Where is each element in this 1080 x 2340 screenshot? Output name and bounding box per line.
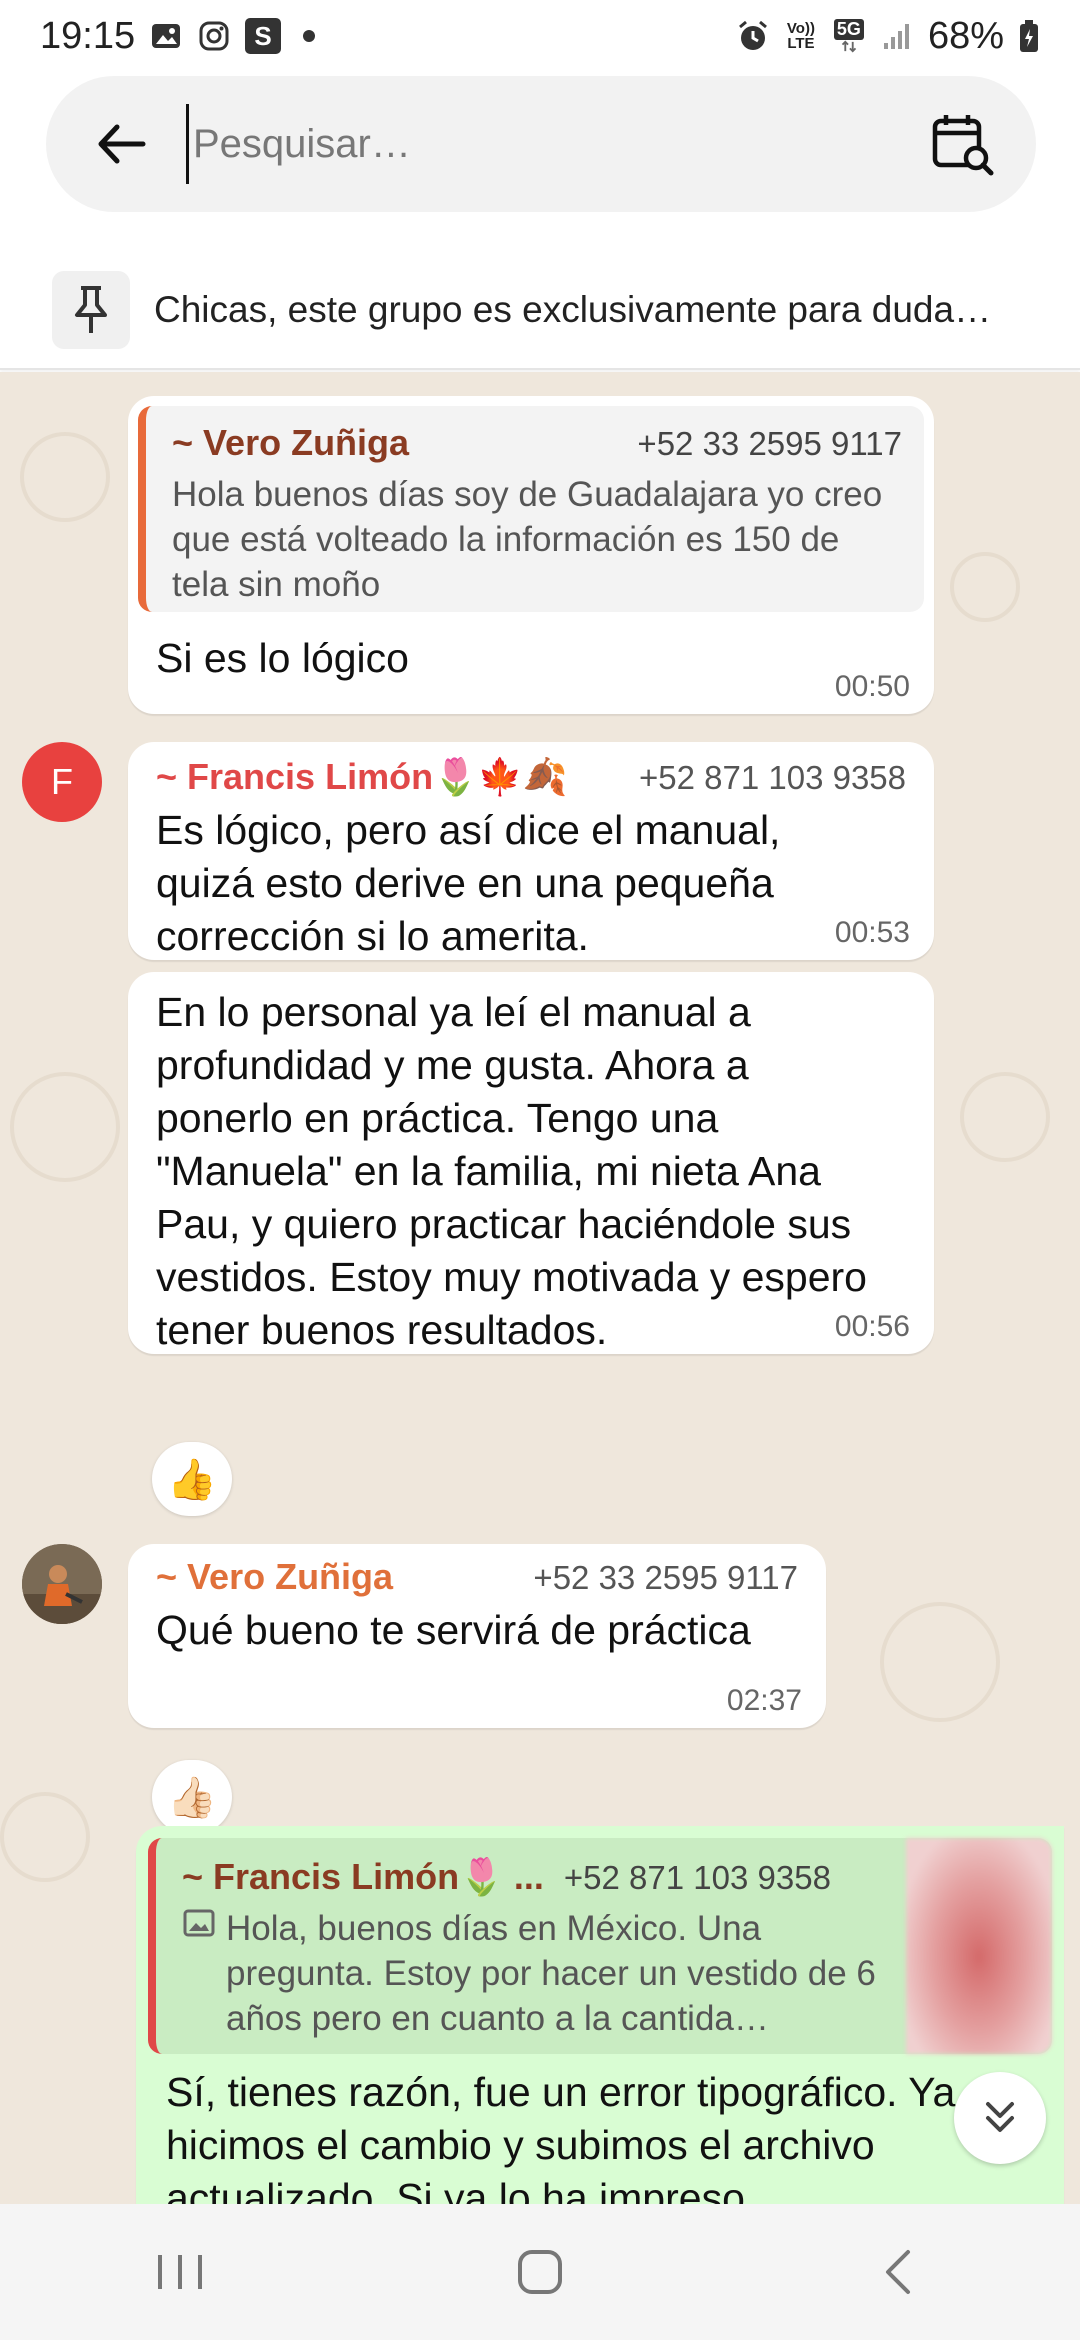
wallpaper-doodle <box>20 432 110 522</box>
5g-icon: 5G <box>832 19 866 53</box>
message-text: Si es lo lógico <box>156 635 409 681</box>
network-type: 5G <box>833 19 864 40</box>
message-bubble[interactable]: ~ Vero Zuñiga +52 33 2595 9117 Qué bueno… <box>128 1544 826 1728</box>
recent-apps-icon <box>158 2255 202 2289</box>
message-bubble[interactable]: ~ Francis Limón🌷🍁🍂 +52 871 103 9358 Es l… <box>128 742 934 960</box>
outgoing-message-bubble[interactable]: ~ Francis Limón🌷 ... +52 871 103 9358 Ho… <box>136 1826 1064 2204</box>
message-bubble[interactable]: ~ Vero Zuñiga +52 33 2595 9117 Hola buen… <box>128 396 934 714</box>
message-time: 00:56 <box>834 1310 910 1343</box>
calendar-search-button[interactable] <box>924 106 1000 182</box>
search-header: Chicas, este grupo es exclusivamente par… <box>0 72 1080 372</box>
message-text: Qué bueno te servirá de práctica <box>156 1607 751 1653</box>
quote-phone: +52 871 103 9358 <box>563 1859 831 1896</box>
message-text: Es lógico, pero así dice el manual, quiz… <box>156 807 781 959</box>
battery-percent: 68% <box>927 14 1004 57</box>
dot-icon <box>303 30 316 42</box>
scroll-to-bottom-button[interactable] <box>954 2072 1046 2164</box>
search-input[interactable] <box>186 104 924 184</box>
message-text: En lo personal ya leí el manual a profun… <box>156 989 867 1353</box>
wallpaper-doodle <box>950 552 1020 622</box>
message-phone: +52 871 103 9358 <box>638 759 906 796</box>
instagram-icon <box>197 19 231 53</box>
message-time: 02:37 <box>726 1684 802 1717</box>
arrow-left-icon <box>98 124 146 164</box>
wallpaper-doodle <box>10 1072 120 1182</box>
status-bar: 19:15 S Vo)) LTE 5G 68% <box>0 0 1080 72</box>
quote-sender: ~ Francis Limón🌷 ... <box>182 1856 544 1897</box>
volte-icon: Vo)) LTE <box>784 19 818 53</box>
volte-bottom: LTE <box>787 35 815 52</box>
double-chevron-down-icon <box>986 2102 1014 2132</box>
message-sender[interactable]: ~ Francis Limón🌷🍁🍂 <box>156 756 568 798</box>
pinned-message-bar[interactable]: Chicas, este grupo es exclusivamente par… <box>0 252 1080 370</box>
quoted-message[interactable]: ~ Francis Limón🌷 ... +52 871 103 9358 Ho… <box>148 1838 1052 2054</box>
pinned-message-text: Chicas, este grupo es exclusivamente par… <box>154 289 992 330</box>
chat-area[interactable]: ~ Vero Zuñiga +52 33 2595 9117 Hola buen… <box>0 372 1080 2204</box>
gallery-icon <box>149 19 183 53</box>
message-time: 00:50 <box>834 670 910 703</box>
quote-phone: +52 33 2595 9117 <box>637 425 902 462</box>
volte-top: Vo)) <box>786 20 815 37</box>
home-button[interactable] <box>485 2227 595 2317</box>
avatar[interactable] <box>22 1544 102 1624</box>
image-icon <box>182 1906 216 2041</box>
wallpaper-doodle <box>880 1602 1000 1722</box>
system-navigation-bar <box>0 2204 1080 2340</box>
battery-icon <box>1018 19 1040 53</box>
message-time: 00:53 <box>834 916 910 949</box>
calendar-search-icon <box>932 115 994 176</box>
reaction-thumbs-up[interactable]: 👍🏻 <box>152 1760 232 1834</box>
recent-apps-button[interactable] <box>125 2227 235 2317</box>
message-sender[interactable]: ~ Vero Zuñiga <box>156 1556 393 1598</box>
avatar[interactable]: F <box>22 742 102 822</box>
wallpaper-doodle <box>0 1792 90 1882</box>
quoted-message[interactable]: ~ Vero Zuñiga +52 33 2595 9117 Hola buen… <box>138 406 924 612</box>
search-bar <box>46 76 1036 212</box>
quote-text: Hola buenos días soy de Guadalajara yo c… <box>172 475 883 604</box>
quote-text: Hola, buenos días en México. Una pregunt… <box>226 1909 876 2038</box>
chevron-left-icon <box>886 2250 910 2294</box>
reaction-thumbs-up[interactable]: 👍 <box>152 1442 232 1516</box>
pin-icon <box>52 271 130 349</box>
home-icon <box>518 2250 562 2294</box>
back-button[interactable] <box>86 109 156 179</box>
message-phone: +52 33 2595 9117 <box>533 1559 798 1596</box>
message-bubble[interactable]: En lo personal ya leí el manual a profun… <box>128 972 934 1354</box>
quote-thumbnail <box>906 1838 1052 2054</box>
quote-sender: ~ Vero Zuñiga <box>172 422 410 463</box>
message-text: Sí, tienes razón, fue un error tipográfi… <box>166 2069 956 2204</box>
status-time: 19:15 <box>40 14 136 57</box>
s-app-icon: S <box>245 18 282 54</box>
signal-icon <box>880 19 914 53</box>
wallpaper-doodle <box>960 1072 1050 1162</box>
alarm-icon <box>736 19 770 53</box>
nav-back-button[interactable] <box>845 2227 955 2317</box>
